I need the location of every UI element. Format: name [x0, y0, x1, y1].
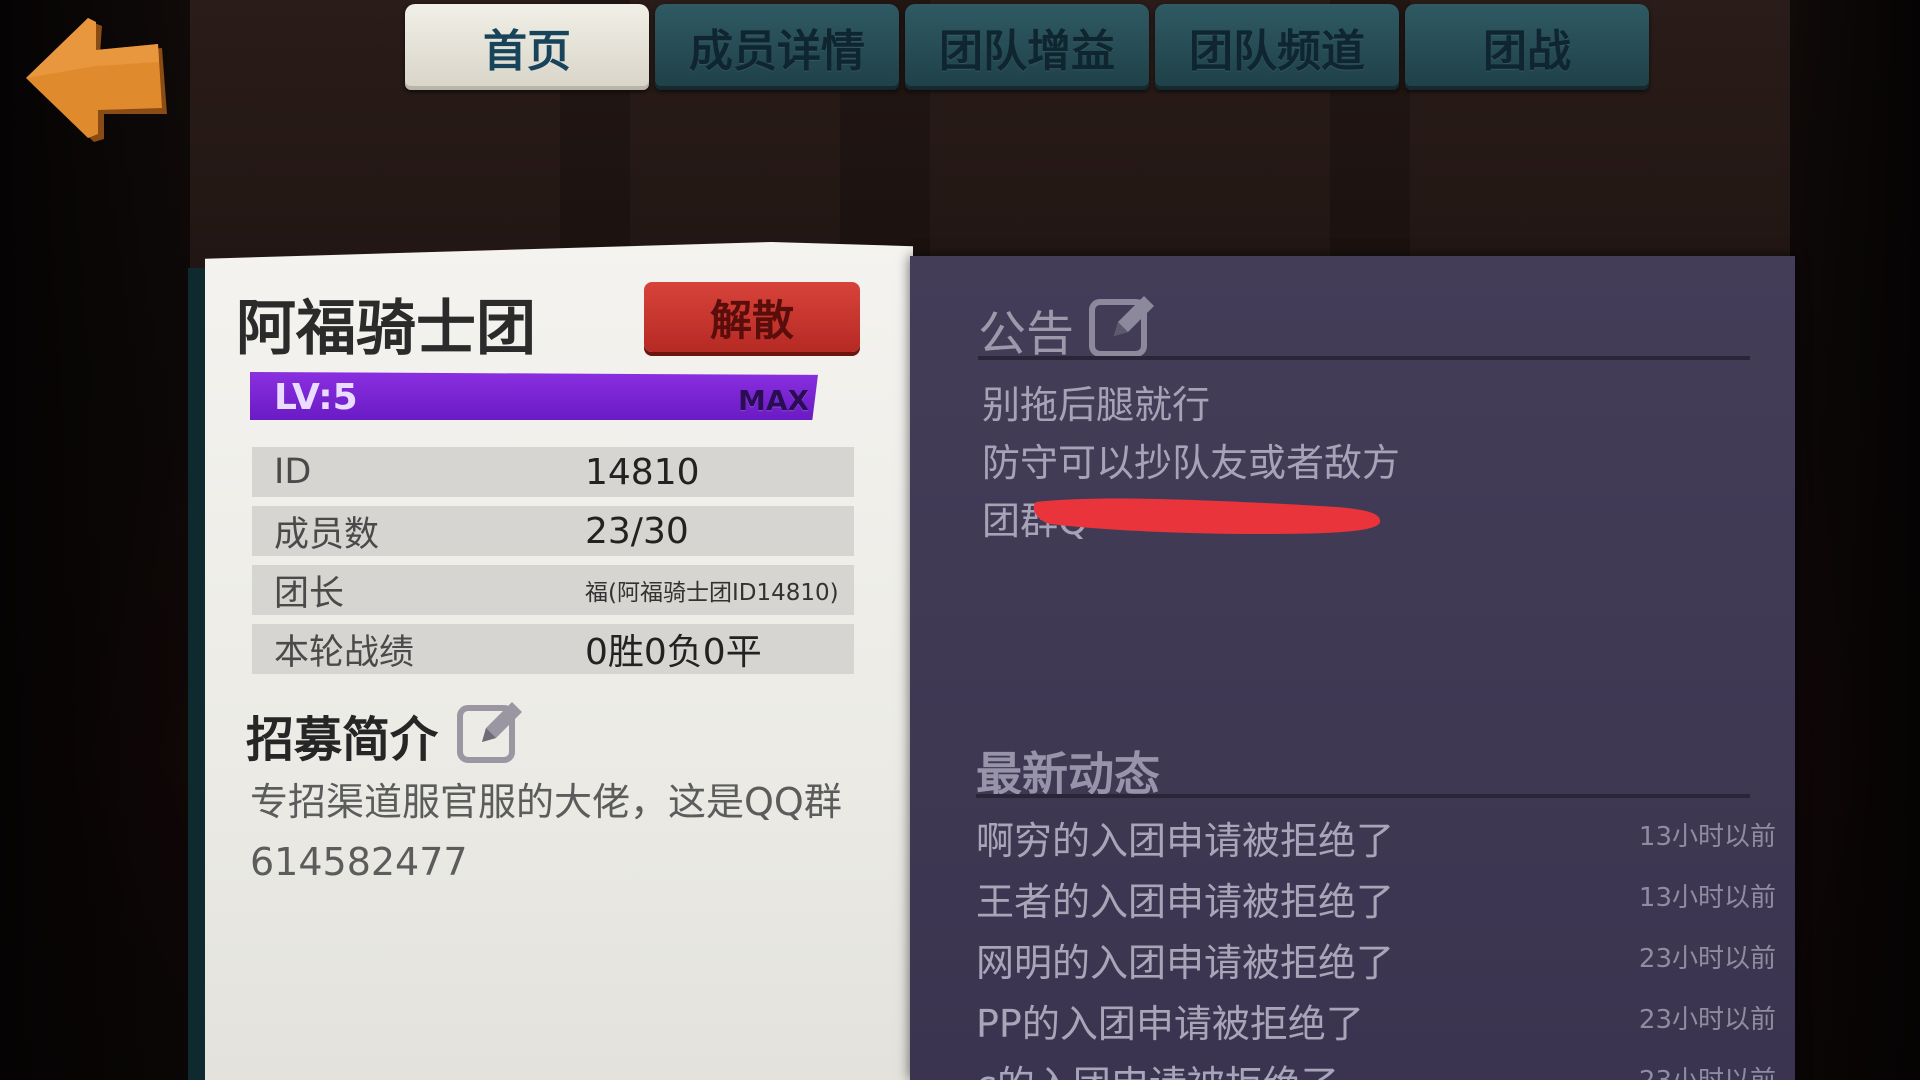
- info-label: 成员数: [274, 514, 380, 555]
- level-max-label: MAX: [738, 384, 810, 417]
- info-row-record: 本轮战绩 0胜0负0平: [252, 624, 854, 674]
- news-time: 23小时以前: [1638, 1005, 1776, 1035]
- edit-icon: [1089, 296, 1154, 357]
- tab-member-details[interactable]: 成员详情: [655, 4, 899, 90]
- info-row-members: 成员数 23/30: [252, 506, 854, 556]
- right-vignette: [1790, 0, 1920, 1080]
- notice-line: 别拖后腿就行: [982, 383, 1211, 427]
- news-text: c的入团申请被拒绝了: [976, 1054, 1339, 1080]
- edit-notice-button[interactable]: [1088, 288, 1160, 360]
- info-label: 团长: [274, 573, 345, 614]
- news-item: 啊穷的入团申请被拒绝了 13小时以前: [976, 810, 1776, 863]
- guild-name: 阿福骑士团: [236, 294, 536, 364]
- news-item: c的入团申请被拒绝了 23小时以前: [976, 1054, 1776, 1080]
- tab-home[interactable]: 首页: [405, 4, 649, 90]
- info-value: 福(阿福骑士团ID14810): [585, 580, 839, 606]
- news-text: 啊穷的入团申请被拒绝了: [976, 819, 1395, 863]
- news-item: 网明的入团申请被拒绝了 23小时以前: [976, 932, 1776, 985]
- info-value: 23/30: [585, 510, 689, 552]
- info-value: 14810: [585, 451, 700, 493]
- news-item: PP的入团申请被拒绝了 23小时以前: [976, 993, 1776, 1046]
- tab-bar: 首页 成员详情 团队增益 团队频道 团战: [405, 4, 1649, 90]
- tab-team-battle[interactable]: 团战: [1405, 4, 1649, 90]
- notice-line: 防守可以抄队友或者敌方: [982, 441, 1401, 485]
- news-divider: [976, 794, 1750, 798]
- recruit-text: 专招渠道服官服的大佬，这是QQ群614582477: [250, 780, 842, 884]
- tab-team-channel[interactable]: 团队频道: [1155, 4, 1399, 90]
- info-row-id: ID 14810: [252, 447, 854, 497]
- news-text: PP的入团申请被拒绝了: [976, 1002, 1364, 1046]
- edit-icon: [457, 702, 522, 763]
- disband-button[interactable]: 解散: [644, 282, 860, 352]
- info-label: 本轮战绩: [274, 632, 415, 673]
- news-item: 王者的入团申请被拒绝了 13小时以前: [976, 871, 1776, 924]
- news-text: 网明的入团申请被拒绝了: [976, 941, 1395, 985]
- news-time: 13小时以前: [1638, 883, 1776, 913]
- news-time: 23小时以前: [1639, 1060, 1776, 1080]
- back-button[interactable]: [22, 14, 172, 144]
- news-time: 13小时以前: [1638, 822, 1776, 852]
- redaction-mark: [1033, 498, 1381, 534]
- notice-divider: [978, 356, 1750, 360]
- info-label: ID: [274, 452, 312, 492]
- recruit-title: 招募简介: [246, 712, 439, 768]
- notice-title: 公告: [978, 306, 1075, 362]
- edit-recruit-button[interactable]: [456, 694, 528, 766]
- news-text: 王者的入团申请被拒绝了: [976, 880, 1395, 924]
- news-time: 23小时以前: [1638, 944, 1776, 974]
- tab-team-buffs[interactable]: 团队增益: [905, 4, 1149, 90]
- info-row-leader: 团长 福(阿福骑士团ID14810): [252, 565, 854, 615]
- back-arrow-icon: [26, 18, 167, 142]
- info-value: 0胜0负0平: [585, 632, 762, 673]
- left-vignette: [0, 0, 190, 1080]
- level-text: LV:5: [274, 377, 358, 418]
